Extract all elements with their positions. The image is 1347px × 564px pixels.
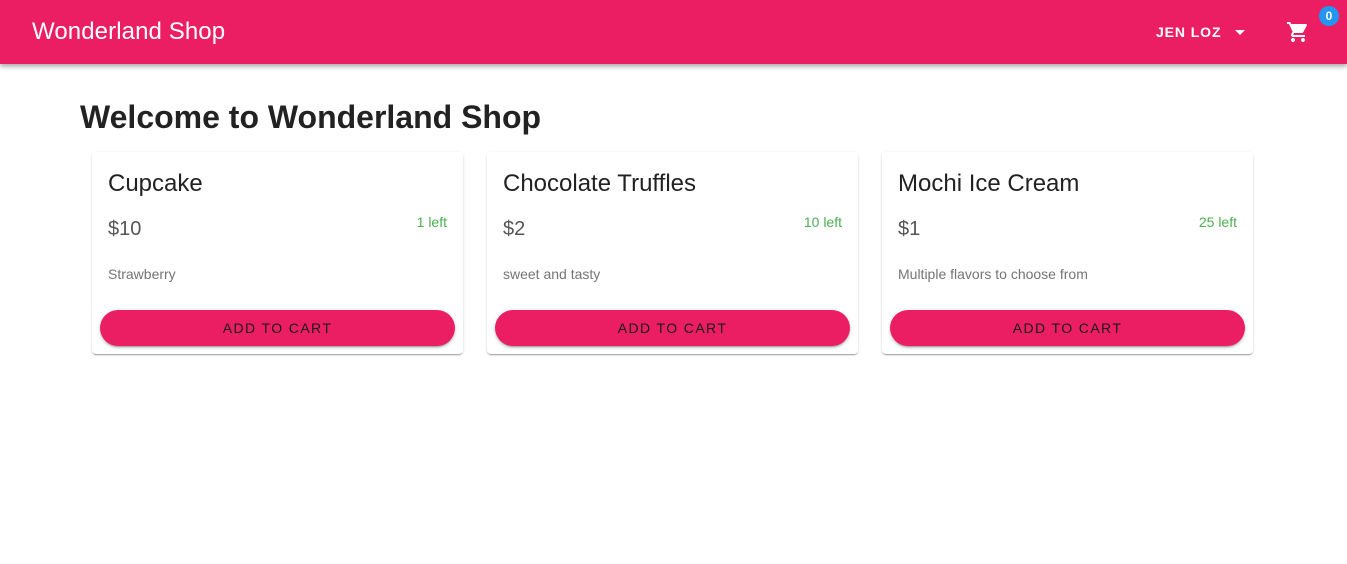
product-card-mochi-ice-cream: Mochi Ice Cream $1 25 left Multiple flav… — [882, 152, 1253, 354]
add-to-cart-button[interactable]: ADD TO CART — [495, 310, 850, 346]
product-name: Mochi Ice Cream — [898, 170, 1080, 197]
add-to-cart-button[interactable]: ADD TO CART — [890, 310, 1245, 346]
user-menu-button[interactable]: JEN LOZ — [1146, 16, 1255, 48]
product-stock: 25 left — [1198, 214, 1237, 230]
product-price: $2 — [503, 218, 526, 240]
brand-title[interactable]: Wonderland Shop — [32, 18, 225, 46]
product-description: sweet and tasty — [503, 266, 601, 282]
shopping-cart-icon — [1287, 22, 1308, 42]
page-title: Welcome to Wonderland Shop — [80, 99, 542, 135]
product-stock: 10 left — [803, 214, 842, 230]
product-stock: 1 left — [416, 214, 447, 230]
caret-down-icon — [1235, 29, 1246, 35]
product-price: $10 — [108, 218, 142, 240]
user-name: JEN LOZ — [1156, 24, 1222, 40]
cart-count-badge: 0 — [1319, 6, 1339, 26]
app-bar: Wonderland Shop JEN LOZ 0 — [0, 0, 1347, 64]
product-price: $1 — [898, 218, 921, 240]
product-name: Cupcake — [108, 170, 203, 197]
product-description: Multiple flavors to choose from — [898, 266, 1088, 282]
cart-button[interactable] — [1280, 14, 1316, 50]
product-card-chocolate-truffles: Chocolate Truffles $2 10 left sweet and … — [487, 152, 858, 354]
product-name: Chocolate Truffles — [503, 170, 696, 197]
product-card-cupcake: Cupcake $10 1 left Strawberry ADD TO CAR… — [92, 152, 463, 354]
add-to-cart-button[interactable]: ADD TO CART — [100, 310, 455, 346]
product-description: Strawberry — [108, 266, 176, 282]
